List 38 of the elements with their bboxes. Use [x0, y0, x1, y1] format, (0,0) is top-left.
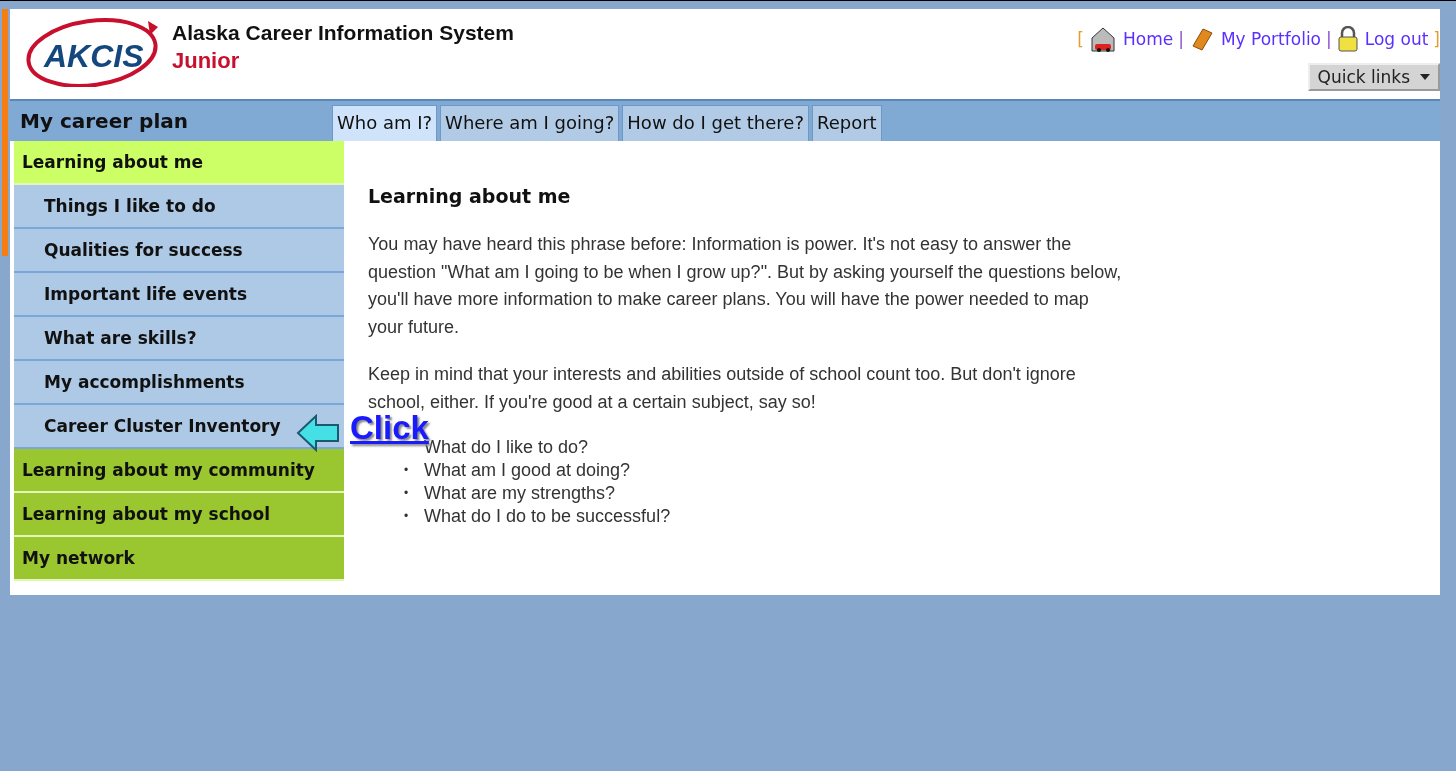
sidebar-section[interactable]: My network [14, 537, 344, 581]
header-link[interactable]: My Portfolio [1188, 26, 1321, 52]
site-title: Alaska Career Information System [172, 21, 514, 45]
paragraph: You may have heard this phrase before: Information is power. It's not easy to answer the question "What am I going to be when I grow up?". But by asking yourself the questions below, you'll have more information to make career plans. You will have the power needed to map your future. [368, 233, 1123, 339]
tab[interactable]: Report [811, 105, 882, 141]
bracket: ] [1433, 29, 1440, 49]
sidebar-section[interactable]: Learning about my community [14, 449, 344, 493]
header-link[interactable]: Home [1089, 25, 1174, 53]
content-heading: Learning about me [368, 185, 572, 207]
sidebar-item[interactable]: Career Cluster Inventory [14, 405, 344, 449]
sidebar-title: My career plan [19, 109, 189, 133]
sidebar-section[interactable]: Learning about my school [14, 493, 344, 537]
sidebar-section[interactable]: Learning about me [14, 141, 344, 185]
sidebar-item[interactable]: My accomplishments [14, 361, 344, 405]
house-icon [1089, 25, 1117, 53]
sidebar-item[interactable]: Important life events [14, 273, 344, 317]
quick-links-dropdown[interactable]: Quick links [1307, 63, 1440, 91]
question-item: What are my strengths? [424, 482, 616, 505]
question-item: What do I do to be successful? [424, 505, 671, 528]
left-arrow-icon [296, 414, 340, 452]
site-subtitle: Junior [172, 48, 241, 74]
bullet: • [404, 462, 410, 479]
paragraph: Keep in mind that your interests and abilities outside of school count too. But don't ignore school, either. If you're good at a certain subject, say so! [368, 363, 1077, 414]
bullet: • [404, 485, 410, 502]
separator: | [1178, 29, 1184, 49]
separator: | [1326, 29, 1332, 49]
tab[interactable]: Where am I going? [440, 105, 620, 141]
tab[interactable]: Who am I? [332, 105, 438, 141]
lock-icon [1336, 26, 1359, 52]
sidebar-item[interactable]: Things I like to do [14, 185, 344, 229]
sidebar-item[interactable]: Qualities for success [14, 229, 344, 273]
tab[interactable]: How do I get there? [622, 105, 809, 141]
bullet: • [404, 508, 410, 525]
bracket: [ [1077, 29, 1084, 49]
sidebar-item[interactable]: What are skills? [14, 317, 344, 361]
question-item: What am I good at doing? [424, 459, 631, 482]
header-link[interactable]: Log out [1336, 26, 1429, 52]
caret-icon [1420, 74, 1430, 80]
